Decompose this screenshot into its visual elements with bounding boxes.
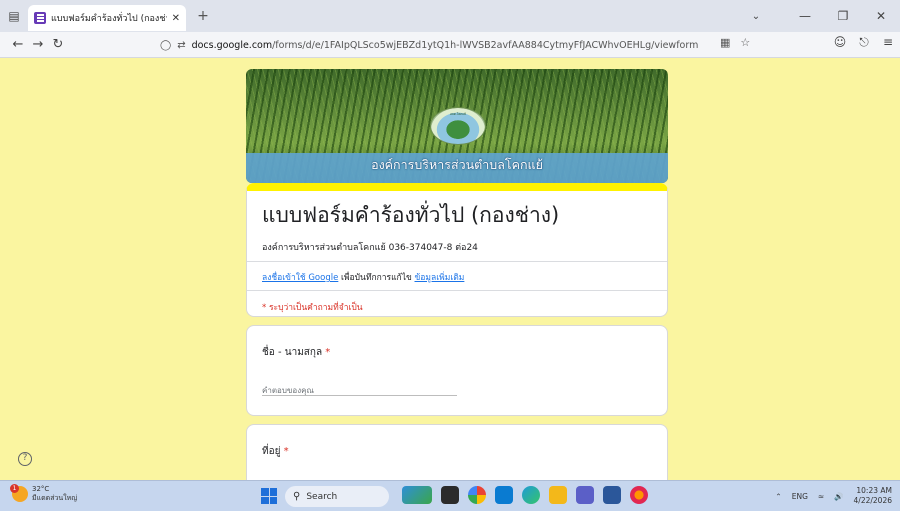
required-asterisk: *	[325, 347, 331, 358]
question-card-address: ที่อยู่ *	[246, 424, 668, 480]
bookmark-star-icon[interactable]: ☆	[740, 36, 750, 49]
signin-text: เพื่อบันทึกการแก้ไข	[338, 273, 415, 283]
question-title-text: ที่อยู่	[262, 446, 281, 457]
url-path: /forms/d/e/1FAIpQLSco5wjEBZd1ytQ1h-lWVSB…	[272, 39, 699, 51]
browser-tab-bar: ▤ แบบฟอร์มคำร้องทั่วไป (กองช่าง) ✕ + ⌄ —…	[0, 0, 900, 32]
form-title-card: แบบฟอร์มคำร้องทั่วไป (กองช่าง) องค์การบร…	[246, 183, 668, 317]
more-info-link[interactable]: ข้อมูลเพิ่มเติม	[415, 273, 465, 283]
address-bar-actions: ▦ ☆	[720, 36, 750, 49]
word-icon[interactable]	[603, 486, 621, 504]
question-title: ชื่อ - นามสกุล *	[262, 345, 330, 360]
name-answer-input[interactable]: คำตอบของคุณ	[262, 378, 457, 396]
tab-list-icon[interactable]: ▤	[0, 0, 28, 32]
signin-link[interactable]: ลงชื่อเข้าใช้ Google	[262, 273, 338, 283]
divider	[247, 290, 667, 291]
minimize-icon[interactable]: —	[786, 9, 824, 23]
restore-icon[interactable]: ❐	[824, 9, 862, 23]
task-view-icon[interactable]	[441, 486, 459, 504]
required-note: * ระบุว่าเป็นคำถามที่จำเป็น	[262, 303, 363, 313]
taskbar-search[interactable]: ⚲ Search	[285, 486, 389, 507]
windows-start-icon[interactable]	[261, 488, 277, 504]
speaker-icon[interactable]: 🔊	[834, 492, 843, 501]
tab-title: แบบฟอร์มคำร้องทั่วไป (กองช่าง)	[51, 14, 167, 24]
clock-time: 10:23 AM	[856, 486, 892, 495]
weather-temp: 32°C	[32, 485, 50, 493]
forward-arrow-icon[interactable]: →	[28, 34, 48, 56]
reader-view-icon[interactable]: ▦	[720, 36, 730, 49]
question-title: ที่อยู่ *	[262, 444, 289, 459]
clock[interactable]: 10:23 AM 4/22/2026	[854, 486, 892, 506]
account-icon[interactable]: ☺	[828, 35, 852, 50]
required-asterisk: *	[283, 446, 289, 457]
search-label: Search	[306, 491, 338, 502]
notification-badge: 1	[10, 484, 19, 493]
weather-desc: มีแดดส่วนใหญ่	[32, 494, 78, 502]
widgets-icon[interactable]	[402, 486, 432, 504]
form-title: แบบฟอร์มคำร้องทั่วไป (กองช่าง)	[262, 203, 560, 227]
help-icon[interactable]: ?	[18, 452, 32, 466]
teams-icon[interactable]	[576, 486, 594, 504]
input-language[interactable]: ENG	[792, 492, 808, 501]
answer-placeholder: คำตอบของคุณ	[262, 386, 314, 395]
question-card-name: ชื่อ - นามสกุล * คำตอบของคุณ	[246, 325, 668, 416]
banner-title: องค์การบริหารส่วนตำบลโคกแย้	[371, 157, 543, 172]
reload-icon[interactable]: ↻	[48, 34, 68, 56]
firefox-icon[interactable]	[630, 486, 648, 504]
edge-browser-icon[interactable]	[522, 486, 540, 504]
close-window-icon[interactable]: ✕	[862, 9, 900, 23]
tab-close-icon[interactable]: ✕	[172, 13, 180, 24]
tab-overflow-chevron-icon[interactable]: ⌄	[726, 11, 786, 22]
question-title-text: ชื่อ - นามสกุล	[262, 347, 323, 358]
copilot-icon[interactable]	[495, 486, 513, 504]
weather-text: 32°C มีแดดส่วนใหญ่	[32, 485, 77, 503]
search-icon: ⚲	[293, 491, 301, 502]
new-tab-button[interactable]: +	[190, 3, 216, 29]
form-description: องค์การบริหารส่วนตำบลโคกแย้ 036-374047-8…	[262, 243, 478, 253]
google-forms-favicon-icon	[34, 12, 46, 24]
file-explorer-icon[interactable]	[549, 486, 567, 504]
menu-icon[interactable]: ≡	[876, 35, 900, 50]
form-header-banner: อบต.โคกแย้ องค์การบริหารส่วนตำบลโคกแย้	[246, 69, 668, 183]
back-arrow-icon[interactable]: ←	[8, 34, 28, 56]
organization-seal-logo: อบต.โคกแย้	[430, 107, 486, 145]
weather-sun-icon: 1	[10, 484, 28, 502]
extensions-icon[interactable]: ⎋	[852, 35, 876, 50]
tray-overflow-chevron-icon[interactable]: ⌃	[775, 492, 781, 501]
weather-widget[interactable]: 1 32°C มีแดดส่วนใหญ่	[10, 484, 77, 503]
windows-taskbar: 1 32°C มีแดดส่วนใหญ่ ⚲ Search ⌃ ENG ≈ 🔊 …	[0, 480, 900, 511]
photos-icon[interactable]	[468, 486, 486, 504]
window-controls: ⌄ — ❐ ✕	[726, 0, 900, 32]
permissions-icon[interactable]: ⇄	[177, 40, 185, 51]
navigation-bar: ← → ↻ ◯ ⇄ docs.google.com/forms/d/e/1FAI…	[0, 32, 900, 58]
tracking-shield-icon[interactable]: ◯	[160, 40, 171, 51]
url-domain: docs.google.com	[191, 39, 273, 51]
system-tray: ⌃ ENG ≈ 🔊 10:23 AM 4/22/2026	[775, 486, 892, 506]
clock-date: 4/22/2026	[853, 496, 892, 505]
form-page: อบต.โคกแย้ องค์การบริหารส่วนตำบลโคกแย้ แ…	[0, 59, 900, 480]
wifi-icon[interactable]: ≈	[818, 492, 824, 501]
divider	[247, 261, 667, 262]
address-bar[interactable]: ◯ ⇄ docs.google.com/forms/d/e/1FAIpQLSco…	[156, 35, 756, 55]
seal-text: อบต.โคกแย้	[450, 112, 466, 116]
taskbar-apps	[402, 486, 648, 504]
signin-notice: ลงชื่อเข้าใช้ Google เพื่อบันทึกการแก้ไข…	[262, 270, 464, 284]
url-text[interactable]: docs.google.com/forms/d/e/1FAIpQLSco5wjE…	[192, 40, 712, 51]
toolbar-right: ☺ ⎋ ≡	[828, 35, 900, 50]
browser-tab-active[interactable]: แบบฟอร์มคำร้องทั่วไป (กองช่าง) ✕	[28, 5, 186, 31]
